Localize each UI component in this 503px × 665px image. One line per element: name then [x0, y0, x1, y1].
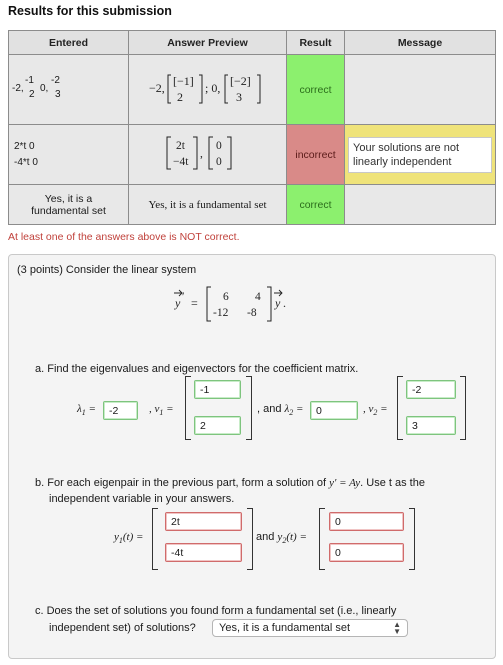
results-row-2: 2*t 0 -4*t 0 2t −4t , 0 0 incorrect Your…	[8, 124, 496, 185]
select-arrows-icon: ▲ ▼	[393, 620, 401, 636]
y2-bottom-input[interactable]: 0	[329, 543, 404, 562]
preview-cell-2: 2t −4t , 0 0	[128, 124, 287, 185]
results-row-1: -2, -1 2 0, -2 3 −2, [−1] 2 ; 0, [−2] 3 …	[8, 54, 496, 125]
header-answer-preview: Answer Preview	[128, 30, 287, 55]
part-c-text-line2: independent set) of solutions?	[49, 622, 196, 634]
lambda2-input[interactable]: 0	[310, 401, 358, 420]
v2-label: , v2 =	[363, 403, 388, 418]
matrix-a12: 4	[255, 291, 261, 303]
entered-value-2b: -4*t 0	[14, 156, 38, 168]
message-cell-1	[344, 54, 496, 125]
matrix-a22: -8	[247, 307, 257, 319]
svg-text:[−1]: [−1]	[173, 74, 194, 88]
result-cell-1: correct	[286, 54, 345, 125]
header-message: Message	[344, 30, 496, 55]
results-row-3: Yes, it is a fundamental set Yes, it is …	[8, 184, 496, 225]
matrix-a11: 6	[223, 291, 229, 303]
svg-text:0: 0	[216, 140, 222, 152]
y2-bracket-right	[409, 508, 415, 570]
y1-top-input[interactable]: 2t	[165, 512, 242, 531]
header-entered: Entered	[8, 30, 129, 55]
results-header-row: Entered Answer Preview Result Message	[8, 30, 496, 55]
results-table: Entered Answer Preview Result Message -2…	[8, 30, 496, 225]
v1-bracket-right	[246, 376, 252, 440]
svg-text:=: =	[191, 296, 198, 310]
part-c-text-line1: c. Does the set of solutions you found f…	[35, 605, 397, 617]
svg-text:0: 0	[216, 156, 222, 168]
y1-bracket-left	[152, 508, 158, 570]
lambda1-label: λ1 =	[77, 403, 96, 418]
entered-cell-1: -2, -1 2 0, -2 3	[8, 54, 129, 125]
matrix-a21: -12	[213, 307, 229, 319]
v2-bracket-left	[397, 376, 403, 440]
svg-text:y: y	[274, 296, 281, 310]
svg-text:2t: 2t	[176, 140, 186, 152]
v2-bottom-input[interactable]: 3	[406, 416, 456, 435]
entered-value-2a: 2*t 0	[14, 140, 35, 152]
preview-cell-3: Yes, it is a fundamental set	[128, 184, 287, 225]
svg-text:−4t: −4t	[173, 156, 189, 168]
part-b-text-line1: b. For each eigenpair in the previous pa…	[35, 477, 425, 489]
svg-text:−2,: −2,	[149, 81, 165, 95]
message-text-2: Your solutions are not linearly independ…	[348, 136, 492, 173]
problem-intro: (3 points) Consider the linear system	[17, 264, 197, 276]
and-y2-label: and y2(t) =	[256, 531, 307, 546]
result-cell-2: incorrect	[286, 124, 345, 185]
y1-bottom-input[interactable]: -4t	[165, 543, 242, 562]
svg-text:; 0,: ; 0,	[205, 81, 220, 95]
entered-value-3: Yes, it is a fundamental set	[31, 192, 106, 217]
v2-top-input[interactable]: -2	[406, 380, 456, 399]
v1-bracket-left	[185, 376, 191, 440]
preview-math-2: 2t −4t , 0 0	[166, 136, 232, 170]
svg-text:3: 3	[236, 90, 242, 104]
y1-bracket-right	[247, 508, 253, 570]
entered-cell-2: 2*t 0 -4*t 0	[8, 124, 129, 185]
y2-bracket-left	[319, 508, 325, 570]
entered-value-1: -2, -1 2 0, -2 3	[12, 75, 61, 100]
svg-text:,: ,	[200, 148, 203, 160]
lambda1-input[interactable]: -2	[103, 401, 138, 420]
preview-math-1: −2, [−1] 2 ; 0, [−2] 3	[149, 74, 261, 104]
problem-panel: (3 points) Consider the linear system y …	[8, 254, 496, 659]
results-title: Results for this submission	[8, 4, 172, 18]
preview-value-3: Yes, it is a fundamental set	[148, 198, 267, 211]
svg-text:[−2]: [−2]	[230, 74, 251, 88]
v1-label: , v1 =	[149, 403, 174, 418]
message-cell-3	[344, 184, 496, 225]
svg-text:′: ′	[182, 289, 185, 303]
part-a-text: a. Find the eigenvalues and eigenvectors…	[35, 363, 359, 375]
entered-cell-3: Yes, it is a fundamental set	[8, 184, 129, 225]
message-cell-2: Your solutions are not linearly independ…	[344, 124, 496, 185]
part-b-text-line2: independent variable in your answers.	[49, 493, 235, 505]
result-cell-3: correct	[286, 184, 345, 225]
v1-bottom-input[interactable]: 2	[194, 416, 241, 435]
preview-cell-1: −2, [−1] 2 ; 0, [−2] 3	[128, 54, 287, 125]
v1-top-input[interactable]: -1	[194, 380, 241, 399]
y2-top-input[interactable]: 0	[329, 512, 404, 531]
fundamental-set-select[interactable]: Yes, it is a fundamental set ▲ ▼	[212, 619, 408, 637]
header-result: Result	[286, 30, 345, 55]
v2-bracket-right	[460, 376, 466, 440]
incorrect-warning: At least one of the answers above is NOT…	[8, 231, 240, 243]
svg-text:y: y	[174, 296, 181, 310]
and-lambda2-label: , and λ2 =	[257, 403, 304, 418]
y1-label: y1(t) =	[114, 531, 144, 546]
svg-text:.: .	[283, 296, 286, 310]
svg-text:2: 2	[177, 90, 183, 104]
select-value: Yes, it is a fundamental set	[219, 622, 351, 634]
system-equation: y ′ = y . 6 4 -12 -8	[174, 286, 286, 322]
